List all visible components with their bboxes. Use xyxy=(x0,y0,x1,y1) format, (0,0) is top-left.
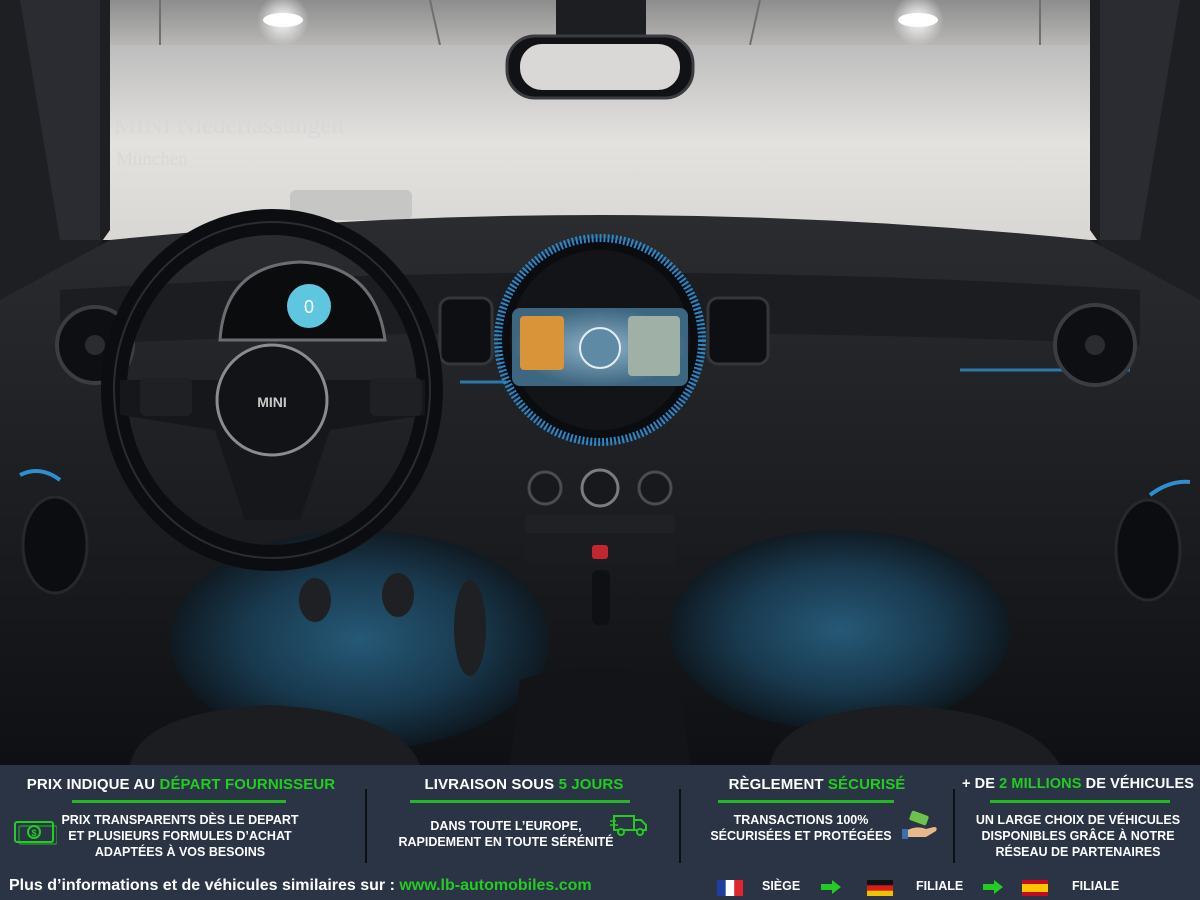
air-vent-center-right xyxy=(706,296,770,366)
column-divider xyxy=(679,789,681,863)
location-label-branch-spain: FILIALE xyxy=(1072,879,1120,893)
feature-underline xyxy=(990,800,1170,803)
money-icon: $ xyxy=(14,821,57,845)
car-interior-photo: MINI Niederlassungen München 0 MINI xyxy=(0,0,1200,765)
location-label-branch-germany: FILIALE xyxy=(916,879,964,893)
germany-flag-icon xyxy=(867,880,893,896)
delivery-truck-icon xyxy=(610,815,647,836)
column-divider xyxy=(365,789,367,863)
dealer-city: München xyxy=(116,149,188,170)
feature-underline xyxy=(72,800,286,803)
dealer-name: MINI Niederlassungen xyxy=(114,112,344,139)
air-vent-center-left xyxy=(438,296,494,366)
steering-wheel-badge: MINI xyxy=(257,394,287,410)
feature-title: LIVRAISON SOUS 5 JOURS xyxy=(424,776,624,793)
feature-title: RÈGLEMENT SÉCURISÉ xyxy=(728,776,906,793)
promo-banner: PRIX INDIQUE AU DÉPART FOURNISSEUR $ PRI… xyxy=(0,765,1200,900)
climate-controls xyxy=(525,468,675,564)
svg-text:$: $ xyxy=(31,828,36,838)
payment-hand-icon xyxy=(902,810,937,839)
feature-description: TRANSACTIONS 100% SÉCURISÉES ET PROTÉGÉE… xyxy=(710,813,892,843)
location-label-headquarters: SIÈGE xyxy=(762,879,801,893)
spain-flag-icon xyxy=(1022,880,1048,896)
feature-column-secure-payment: RÈGLEMENT SÉCURISÉ TRANSACTIONS 100% SÉC… xyxy=(682,765,952,873)
feature-column-supplier-price: PRIX INDIQUE AU DÉPART FOURNISSEUR $ PRI… xyxy=(0,765,362,873)
feature-column-vehicle-choice: + DE 2 MILLIONS DE VÉHICULES UN LARGE CH… xyxy=(956,765,1200,873)
footer-info-bar: Plus d’informations et de véhicules simi… xyxy=(0,873,1200,900)
feature-description: UN LARGE CHOIX DE VÉHICULES DISPONIBLES … xyxy=(975,813,1181,859)
france-flag-icon xyxy=(717,880,743,896)
feature-title: PRIX INDIQUE AU DÉPART FOURNISSEUR xyxy=(26,776,336,793)
speed-readout: 0 xyxy=(304,297,314,317)
column-divider xyxy=(953,789,955,863)
feature-title: + DE 2 MILLIONS DE VÉHICULES xyxy=(961,776,1195,792)
gear-selector xyxy=(592,570,610,625)
feature-column-delivery: LIVRAISON SOUS 5 JOURS DANS TOUTE L’EURO… xyxy=(368,765,680,873)
arrow-right-icon xyxy=(821,880,841,894)
feature-underline xyxy=(410,800,630,803)
website-link[interactable]: www.lb-automobiles.com xyxy=(399,877,591,894)
feature-underline xyxy=(718,800,894,803)
air-vent-right xyxy=(1053,303,1137,387)
feature-description: PRIX TRANSPARENTS DÈS LE DEPART ET PLUSI… xyxy=(61,813,299,859)
arrow-right-icon xyxy=(983,880,1003,894)
central-infotainment-display xyxy=(494,234,706,446)
footer-info-text: Plus d’informations et de véhicules simi… xyxy=(9,877,592,894)
feature-description: DANS TOUTE L’EUROPE, RAPIDEMENT EN TOUTE… xyxy=(398,819,614,849)
